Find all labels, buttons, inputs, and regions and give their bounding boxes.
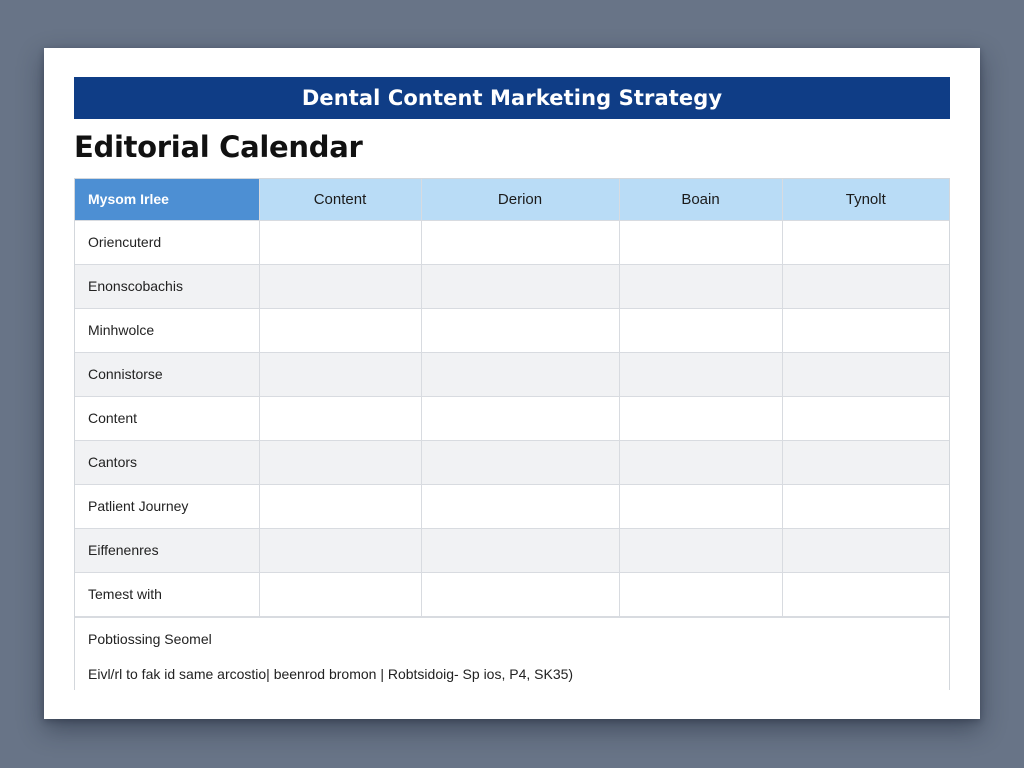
table-cell <box>618 307 783 353</box>
banner-title: Dental Content Marketing Strategy <box>301 86 723 110</box>
table-cell <box>618 263 783 309</box>
table-cell <box>258 483 422 529</box>
table-cell <box>781 351 949 397</box>
table-cell <box>781 219 949 265</box>
table-row: Patlient Journey <box>75 483 949 529</box>
document-banner: Dental Content Marketing Strategy <box>74 77 950 119</box>
table-cell <box>258 527 422 573</box>
table-cell <box>258 571 422 617</box>
table-cell <box>781 307 949 353</box>
table-cell <box>258 219 422 265</box>
table-cell <box>420 351 620 397</box>
table-cell <box>420 395 620 441</box>
row-label: Connistorse <box>75 351 260 397</box>
table-row: Oriencuterd <box>75 219 949 265</box>
column-header: Tynolt <box>781 179 949 221</box>
table-footer: Pobtiossing Seomel Eivl/rl to fak id sam… <box>75 616 949 694</box>
table-cell <box>618 571 783 617</box>
table-cell <box>258 263 422 309</box>
table-cell <box>781 439 949 485</box>
column-header: Boain <box>618 179 783 221</box>
table-row: Eiffenenres <box>75 527 949 573</box>
table-cell <box>618 439 783 485</box>
table-cell <box>420 571 620 617</box>
column-header: Derion <box>420 179 620 221</box>
table-cell <box>258 439 422 485</box>
table-cell <box>420 307 620 353</box>
table-cell <box>258 351 422 397</box>
table-row: Enonscobachis <box>75 263 949 309</box>
table-cell <box>420 439 620 485</box>
row-label: Oriencuterd <box>75 219 260 265</box>
table-row: Minhwolce <box>75 307 949 353</box>
table-cell <box>781 263 949 309</box>
table-row: Cantors <box>75 439 949 485</box>
page-title: Editorial Calendar <box>74 130 363 164</box>
table-cell <box>618 219 783 265</box>
document-page: Dental Content Marketing Strategy Editor… <box>44 48 980 719</box>
table-cell <box>781 395 949 441</box>
table-cell <box>618 395 783 441</box>
table-cell <box>781 483 949 529</box>
table-cell <box>618 527 783 573</box>
table-cell <box>258 307 422 353</box>
editorial-calendar-table: Mysom Irlee Content Derion Boain Tynolt … <box>74 178 950 694</box>
calendar-grid: Mysom Irlee Content Derion Boain Tynolt … <box>75 179 949 617</box>
table-cell <box>781 527 949 573</box>
row-label: Eiffenenres <box>75 527 260 573</box>
row-label: Temest with <box>75 571 260 617</box>
table-cell <box>420 219 620 265</box>
row-label: Patlient Journey <box>75 483 260 529</box>
row-label: Minhwolce <box>75 307 260 353</box>
table-row: Content <box>75 395 949 441</box>
row-label: Enonscobachis <box>75 263 260 309</box>
table-cell <box>420 527 620 573</box>
table-cell <box>618 351 783 397</box>
table-cell <box>420 263 620 309</box>
footer-title: Pobtiossing Seomel <box>88 630 212 647</box>
column-header: Content <box>258 179 422 221</box>
header-row: Mysom Irlee Content Derion Boain Tynolt <box>75 179 949 221</box>
row-label: Content <box>75 395 260 441</box>
footer-note: Eivl/rl to fak id same arcostio| beenrod… <box>88 665 574 682</box>
table-cell <box>618 483 783 529</box>
table-cell <box>420 483 620 529</box>
table-row: Temest with <box>75 571 949 617</box>
column-header: Mysom Irlee <box>75 179 260 221</box>
row-label: Cantors <box>75 439 260 485</box>
table-cell <box>258 395 422 441</box>
table-cell <box>781 571 949 617</box>
table-row: Connistorse <box>75 351 949 397</box>
